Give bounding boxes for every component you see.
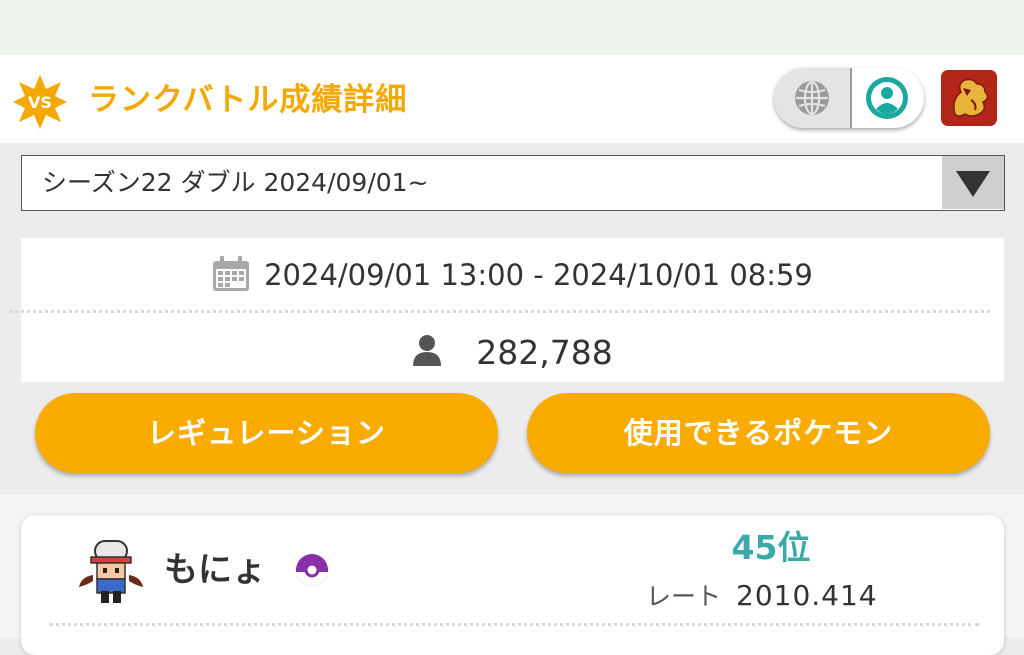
user-circle-icon [866,77,908,119]
vs-badge-icon: VS [12,74,68,130]
rate-label: レート [646,582,722,611]
card-divider-dots [49,623,979,626]
season-select[interactable]: シーズン22 ダブル 2024/09/01~ [21,155,1005,211]
calendar-icon [213,256,250,291]
rank-position: 45位 [731,528,811,567]
player-name: もにょ [164,550,266,590]
game-icon[interactable] [941,70,997,126]
player-card[interactable]: もにょ 45位 レート 2010.414 [21,515,1004,655]
view-toggle[interactable] [774,68,924,128]
dropdown-arrow-icon[interactable] [942,156,1004,209]
master-ball-icon [296,554,328,586]
top-band [0,0,1024,55]
player-count-row: 282,788 [21,330,1004,376]
globe-icon [795,80,829,116]
divider-dots [10,310,990,313]
player-count: 282,788 [476,333,613,372]
season-period: 2024/09/01 13:00 - 2024/10/01 08:59 [264,258,813,292]
trainer-avatar [79,540,143,603]
user-toggle-button[interactable] [852,68,924,128]
rate-value: 2010.414 [736,579,878,612]
season-period-row: 2024/09/01 13:00 - 2024/10/01 08:59 [21,252,1004,298]
regulation-button[interactable]: レギュレーション [35,393,498,473]
svg-text:VS: VS [28,93,52,112]
globe-toggle-button[interactable] [774,68,850,128]
usable-pokemon-button[interactable]: 使用できるポケモン [527,393,990,473]
season-select-value: シーズン22 ダブル 2024/09/01~ [42,168,429,197]
person-icon [413,334,442,366]
page-title: ランクバトル成績詳細 [88,82,408,118]
